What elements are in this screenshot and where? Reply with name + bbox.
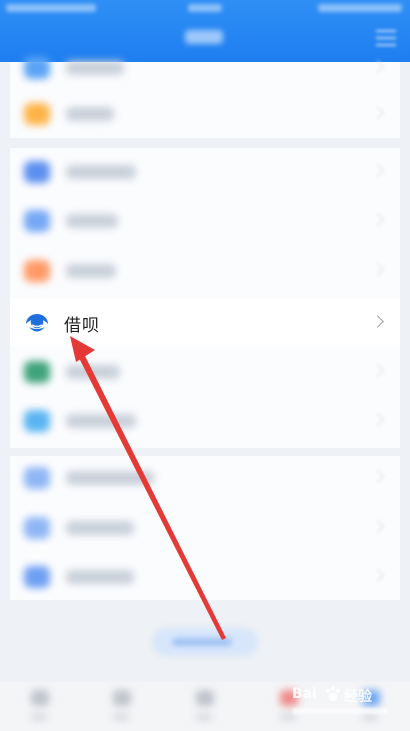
- list-item-blurred-2[interactable]: [10, 90, 400, 138]
- blurred-label: [66, 471, 154, 485]
- list-item-blurred-10[interactable]: [10, 553, 400, 601]
- list-item-blurred-4[interactable]: [10, 197, 400, 245]
- blurred-label: [66, 264, 116, 278]
- chevron-right-icon: [371, 315, 384, 328]
- blurred-label: [66, 61, 124, 75]
- chevron-right-icon: [371, 164, 384, 177]
- chevron-right-icon: [371, 213, 384, 226]
- blurred-label: [66, 107, 114, 121]
- baidu-watermark: Bai 经验: [290, 682, 400, 724]
- chevron-right-icon: [371, 364, 384, 377]
- watermark-brand-left: Bai: [292, 686, 317, 702]
- nav-tab-2[interactable]: [113, 690, 131, 724]
- jiebei-icon: [24, 312, 50, 334]
- blue-app-icon: [24, 517, 50, 539]
- chevron-right-icon: [371, 413, 384, 426]
- status-left-blur: [6, 4, 96, 12]
- nav-tab-1[interactable]: [31, 690, 49, 724]
- orange-app-icon: [24, 103, 50, 125]
- chevron-right-icon: [371, 60, 384, 73]
- blurred-label: [66, 365, 120, 379]
- list-item-blurred-1[interactable]: [10, 44, 400, 92]
- blurred-label: [66, 214, 118, 228]
- orange-app-icon: [24, 260, 50, 282]
- nav-tab-3[interactable]: [196, 690, 214, 724]
- list-item-blurred-9[interactable]: [10, 504, 400, 552]
- list-item-jiebei[interactable]: 借呗: [10, 298, 400, 346]
- chevron-right-icon: [371, 263, 384, 276]
- status-bar: [0, 0, 410, 18]
- watermark-brand-right: 经验: [344, 689, 372, 705]
- list-item-blurred-5[interactable]: [10, 247, 400, 295]
- chevron-right-icon: [371, 470, 384, 483]
- list-item-blurred-3[interactable]: [10, 148, 400, 196]
- section-gap: [10, 448, 400, 456]
- blurred-action-button[interactable]: [152, 628, 258, 656]
- chevron-right-icon: [371, 569, 384, 582]
- list-item-blurred-7[interactable]: [10, 397, 400, 445]
- watermark-url-blur: [292, 708, 388, 714]
- blue-app-icon: [24, 57, 50, 79]
- list-group-top: [10, 57, 400, 138]
- chevron-right-icon: [371, 520, 384, 533]
- blue-app-icon: [24, 210, 50, 232]
- blue-app-icon: [24, 467, 50, 489]
- blue-app-icon: [24, 161, 50, 183]
- status-clock-blur: [188, 4, 222, 12]
- blurred-label: [66, 414, 136, 428]
- blue-app-icon: [24, 566, 50, 588]
- blurred-label: [66, 570, 134, 584]
- blurred-label: [66, 521, 134, 535]
- page-title-blurred: [185, 30, 223, 44]
- list-item-blurred-6[interactable]: [10, 348, 400, 396]
- paw-icon: [324, 685, 342, 703]
- green-app-icon: [24, 361, 50, 383]
- status-right-blur: [318, 4, 402, 12]
- blue-app-icon: [24, 410, 50, 432]
- chevron-right-icon: [371, 106, 384, 119]
- list-group-main: 借呗: [10, 148, 400, 600]
- blurred-label: [66, 165, 136, 179]
- list-item-label: 借呗: [64, 316, 100, 335]
- list-item-blurred-8[interactable]: [10, 454, 400, 502]
